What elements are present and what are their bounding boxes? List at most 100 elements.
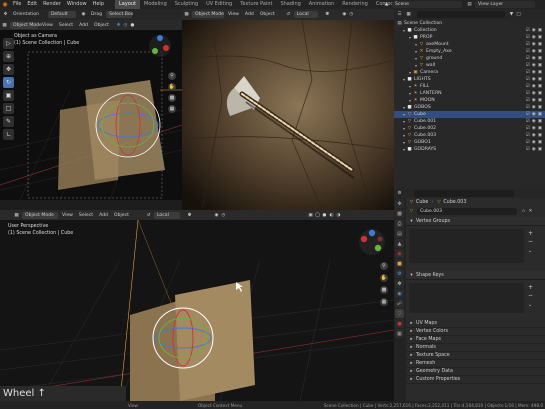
eye-icon[interactable]: ◉ [532,139,536,146]
eye-icon[interactable]: ◉ [532,104,536,111]
eye-icon[interactable]: ◉ [532,132,536,139]
zoom-icon[interactable]: ⚲ [380,262,388,270]
editor-type-icon[interactable]: ▩ [14,213,19,218]
overlay-icon[interactable]: ◷ [123,23,128,28]
world-tab-icon[interactable]: ◉ [395,249,404,258]
render-camera-icon[interactable]: ▣ [538,48,542,55]
eye-icon[interactable]: ◉ [532,125,536,132]
exclude-checkbox-icon[interactable]: ☑ [526,125,530,132]
mode-dropdown[interactable]: Object Mode [22,211,58,219]
xray-icon[interactable]: ▣ [308,213,313,218]
transform-dropdown[interactable]: Local [153,211,180,219]
overlay-icon[interactable]: ◷ [221,213,226,218]
unlink-icon[interactable]: ✕ [528,209,533,214]
snap-icon[interactable]: ✽ [187,213,192,218]
remove-shape-key-button[interactable]: − [528,292,533,299]
exclude-checkbox-icon[interactable]: ☑ [526,83,530,90]
select-tool-button[interactable]: ▷ [3,38,14,49]
exclude-checkbox-icon[interactable]: ☑ [526,55,530,62]
filter-icon[interactable]: ▼ [509,12,514,17]
render-camera-icon[interactable]: ▣ [538,34,542,41]
outliner-row[interactable]: ▾ ☀ FILL ☑ ◉ ▣ [394,83,545,90]
eye-icon[interactable]: ◉ [532,90,536,97]
eye-icon[interactable]: ◉ [532,97,536,104]
visibility-icon[interactable]: ◉ [214,213,219,218]
transform-tool-button[interactable]: □ [3,103,14,114]
menu-select[interactable]: Select [76,213,96,218]
workspace-tab-layout[interactable]: Layout [115,0,140,9]
mode-dropdown[interactable]: Object Mode [10,21,42,29]
new-collection-icon[interactable]: □ [516,12,521,17]
exclude-checkbox-icon[interactable]: ☑ [526,139,530,146]
render-camera-icon[interactable]: ▣ [538,90,542,97]
menu-file[interactable]: File [10,0,24,9]
exclude-checkbox-icon[interactable]: ☑ [526,41,530,48]
menu-object[interactable]: Object [257,12,278,17]
workspace-tab-sculpting[interactable]: Sculpting [171,0,202,9]
eye-icon[interactable]: ◉ [532,146,536,153]
editor-type-icon[interactable]: ⚙ [397,191,402,196]
datablock-name-field[interactable]: Cube.003 [417,207,517,215]
outliner-row[interactable]: ▾ ☀ MOON ☑ ◉ ▣ [394,97,545,104]
vertex-groups-list[interactable] [409,229,524,263]
pivot-icon[interactable]: ◉ [81,12,86,17]
eye-icon[interactable]: ◉ [532,83,536,90]
outliner-row[interactable]: ▾ ▽ Cube.001 ☑ ◉ ▣ [394,118,545,125]
menu-add[interactable]: Add [242,12,257,17]
render-camera-icon[interactable]: ▣ [538,69,542,76]
add-vertex-group-button[interactable]: + [528,230,533,237]
particles-tab-icon[interactable]: ✽ [395,279,404,288]
render-camera-icon[interactable]: ▣ [538,118,542,125]
menu-edit[interactable]: Edit [24,0,40,9]
overlay-icon[interactable]: ◷ [349,12,354,17]
workspace-tab-modeling[interactable]: Modeling [140,0,171,9]
outliner-row[interactable]: ▾ ■ GOBOS ☑ ◉ ▣ [394,104,545,111]
outliner-row[interactable]: ▾ ▽ GOBO1 ☑ ◉ ▣ [394,139,545,146]
outliner-root[interactable]: ▤ Scene Collection [394,20,545,27]
exclude-checkbox-icon[interactable]: ☑ [526,34,530,41]
outliner-row[interactable]: ▾ ▽ ground ☑ ◉ ▣ [394,55,545,62]
exclude-checkbox-icon[interactable]: ☑ [526,62,530,69]
mode-dropdown[interactable]: Object Mode [192,11,224,18]
shading-solid-icon[interactable]: ● [130,23,135,28]
outliner-row[interactable]: ▾ ■ PROP ☑ ◉ ▣ [394,34,545,41]
camera-viewport[interactable]: Object as Camera (1) Scene Collection | … [0,30,182,200]
grid-icon[interactable]: ▦ [168,105,176,113]
exclude-checkbox-icon[interactable]: ☑ [526,97,530,104]
camera-view-icon[interactable]: ▩ [380,286,388,294]
scene-tab-icon[interactable]: ▲ [395,239,404,248]
menu-help[interactable]: Help [90,0,107,9]
constraints-tab-icon[interactable]: ☍ [395,299,404,308]
render-tab-icon[interactable]: ▩ [395,209,404,218]
menu-object[interactable]: Object [91,23,112,28]
eye-icon[interactable]: ◉ [532,55,536,62]
render-viewport[interactable] [182,20,394,210]
outliner-row[interactable]: ▾ ☀ LANTERN ☑ ◉ ▣ [394,90,545,97]
blender-logo-icon[interactable]: ◉ [0,1,10,8]
operator-panel-wheel[interactable]: Wheel ↑ [0,386,126,401]
vertex-group-menu-icon[interactable]: ⌄ [528,248,532,254]
exclude-checkbox-icon[interactable]: ☑ [526,104,530,111]
render-camera-icon[interactable]: ▣ [538,62,542,69]
move-tool-button[interactable]: ✥ [3,64,14,75]
navigation-gizmo[interactable] [148,34,172,58]
menu-view[interactable]: View [225,12,242,17]
visibility-icon[interactable]: ◉ [342,12,347,17]
subpanel-texture-space[interactable]: ▸ Texture Space [406,352,545,360]
shading-solid-icon[interactable]: ● [322,213,327,218]
shading-wire-icon[interactable]: ◯ [315,213,320,218]
outliner-row[interactable]: ▾ ■ GODRAYS ☑ ◉ ▣ [394,146,545,153]
exclude-checkbox-icon[interactable]: ☑ [526,90,530,97]
outliner-search-input[interactable] [417,11,505,18]
outliner-row[interactable]: ▾ ✕ Empty_Axe ☑ ◉ ▣ [394,48,545,55]
eye-icon[interactable]: ◉ [532,111,536,118]
render-camera-icon[interactable]: ▣ [538,55,542,62]
subpanel-remesh[interactable]: ▸ Remesh [406,360,545,368]
exclude-checkbox-icon[interactable]: ☑ [526,27,530,34]
fake-user-icon[interactable]: ☆ [521,209,526,214]
eye-icon[interactable]: ◉ [532,34,536,41]
properties-search-input[interactable] [414,189,514,197]
camera-view-icon[interactable]: ▩ [168,94,176,102]
remove-vertex-group-button[interactable]: − [528,238,533,245]
output-tab-icon[interactable]: ⎙ [395,219,404,228]
